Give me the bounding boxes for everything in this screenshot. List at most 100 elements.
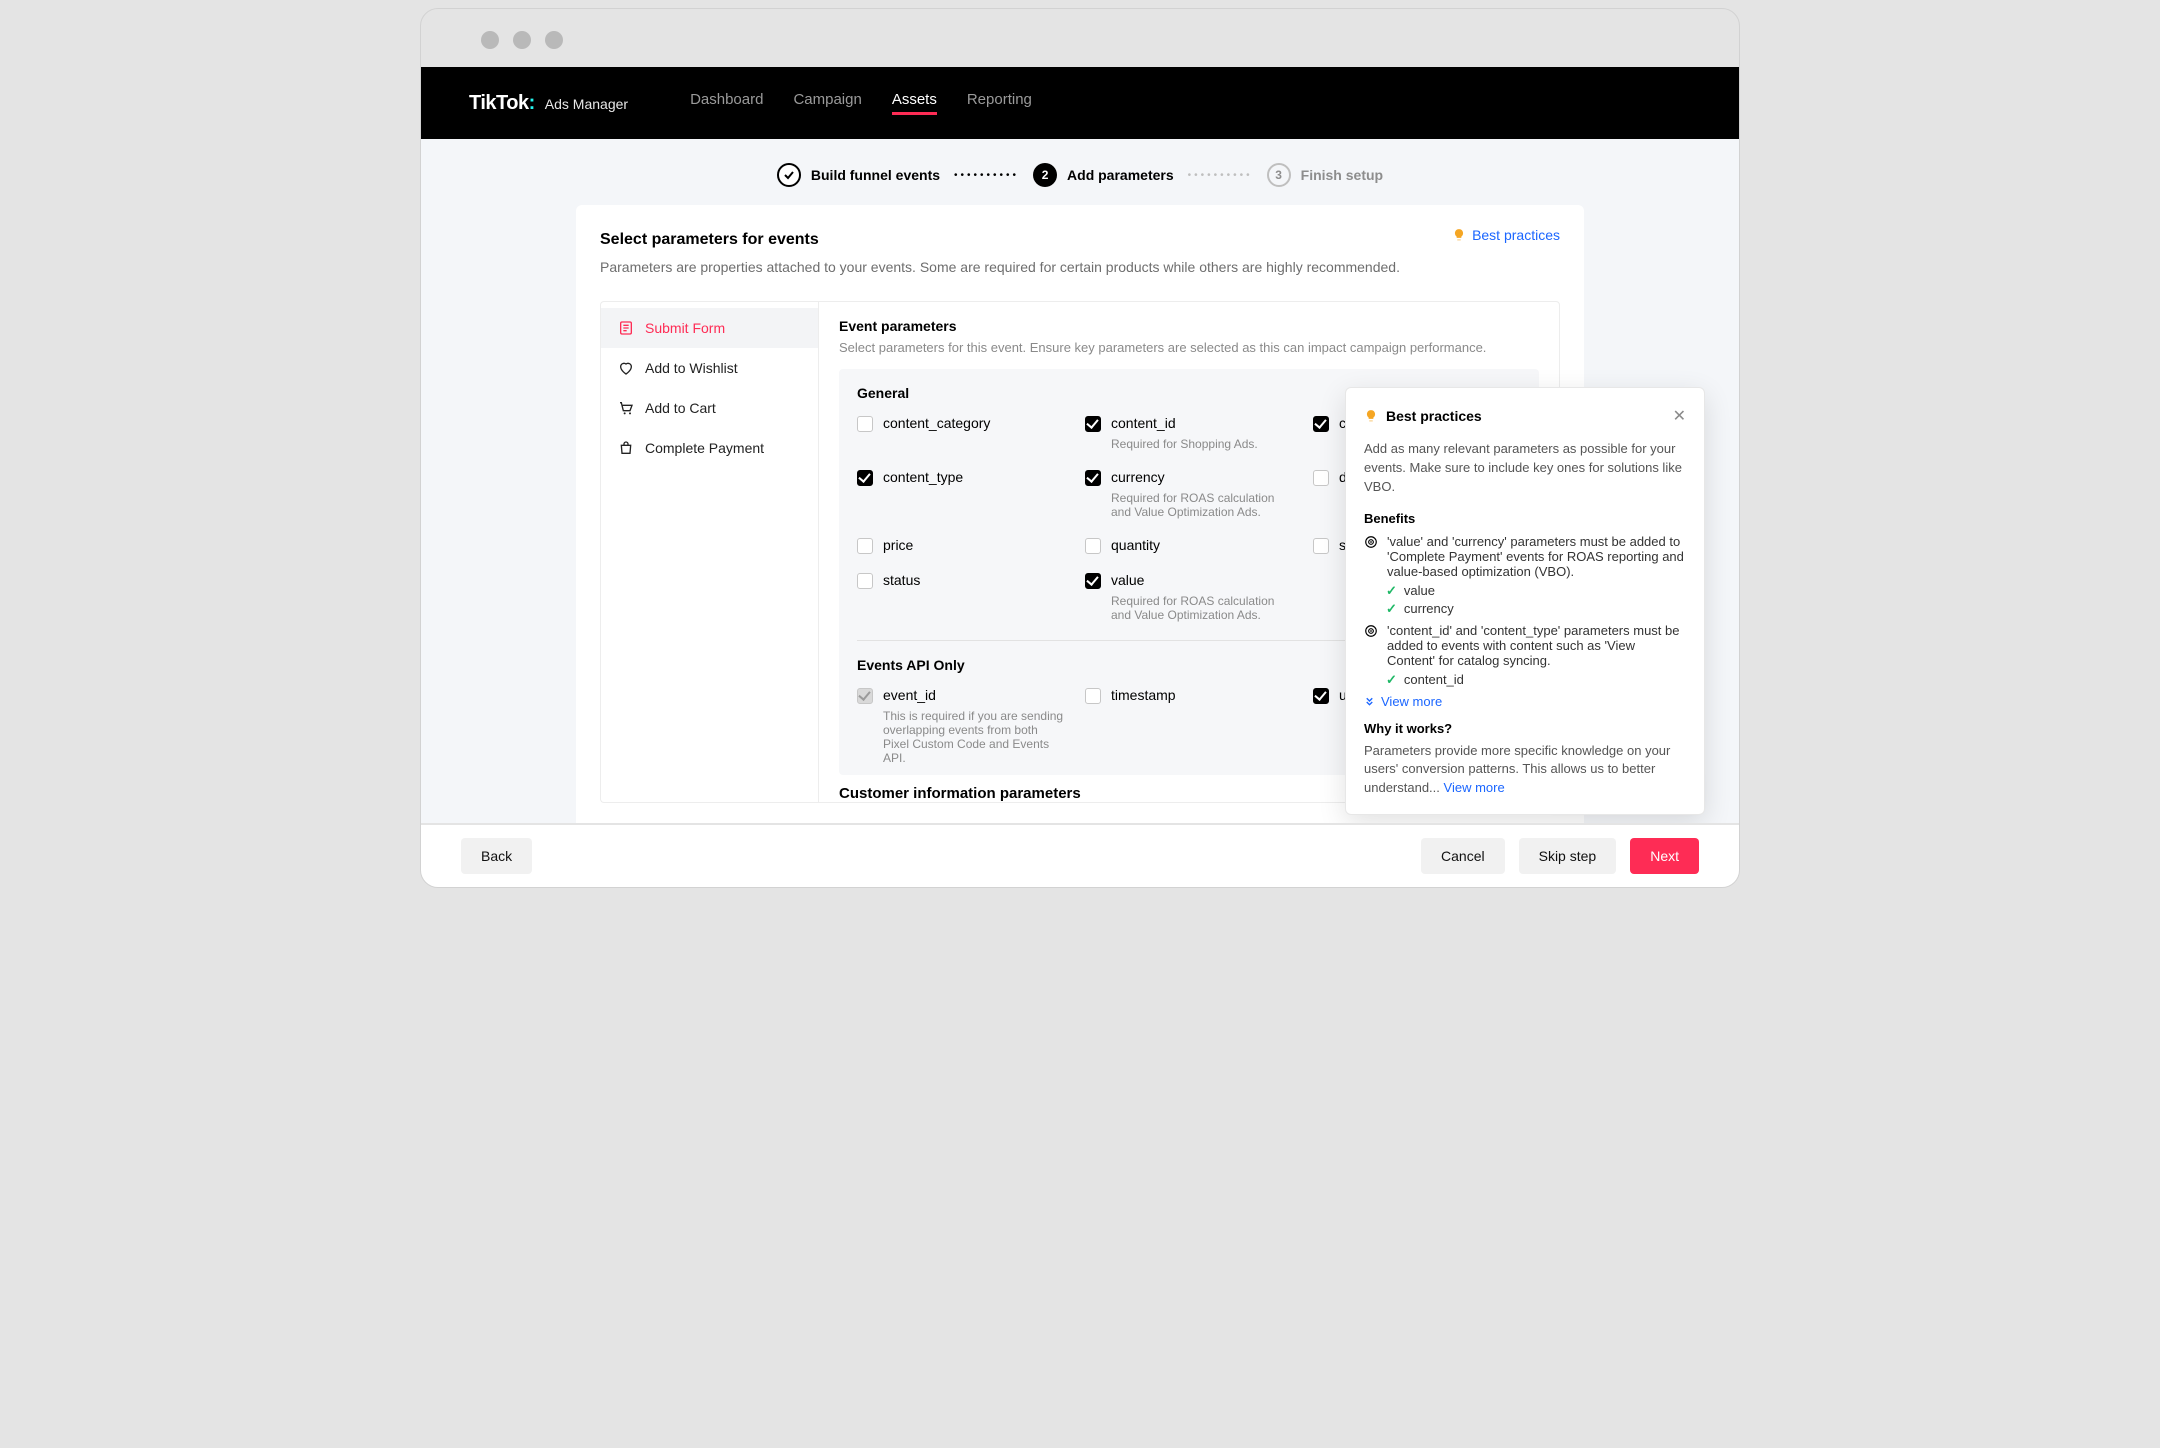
step-2-label: Add parameters (1067, 167, 1174, 183)
param-label: content_category (883, 415, 990, 431)
checkbox[interactable] (857, 470, 873, 486)
param-value[interactable]: valueRequired for ROAS calculation and V… (1085, 572, 1293, 622)
view-more-label: View more (1381, 694, 1442, 709)
step-separator: •••••••••• (1188, 170, 1253, 181)
popover-intro: Add as many relevant parameters as possi… (1364, 440, 1686, 497)
checkbox[interactable] (1085, 688, 1101, 704)
footer-bar: Back Cancel Skip step Next (421, 825, 1739, 887)
param-label: content_type (883, 469, 963, 485)
best-practices-popover: Best practices ✕ Add as many relevant pa… (1345, 387, 1705, 815)
param-label: currency (1111, 469, 1293, 485)
param-help: This is required if you are sending over… (883, 709, 1065, 765)
view-more-inline[interactable]: View more (1444, 780, 1505, 795)
popover-title: Best practices (1386, 408, 1482, 424)
why-title: Why it works? (1364, 721, 1686, 736)
param-content_id[interactable]: content_idRequired for Shopping Ads. (1085, 415, 1293, 451)
benefit-2-checks: ✓ content_id (1386, 672, 1686, 688)
check-icon: ✓ (1386, 583, 1397, 599)
window-dot (545, 31, 563, 49)
param-price[interactable]: price (857, 537, 1065, 554)
close-icon[interactable]: ✕ (1673, 406, 1686, 426)
sidebar-item-label: Add to Wishlist (645, 360, 738, 376)
checkbox[interactable] (1085, 538, 1101, 554)
best-practices-label: Best practices (1472, 227, 1560, 243)
param-label: quantity (1111, 537, 1160, 553)
best-practices-link[interactable]: Best practices (1452, 227, 1560, 243)
cancel-button[interactable]: Cancel (1421, 838, 1505, 874)
check-icon (777, 163, 801, 187)
events-sidebar: Submit Form Add to Wishlist Add to Cart (600, 301, 818, 803)
form-icon (617, 320, 635, 336)
check-label: value (1404, 583, 1435, 598)
checkbox[interactable] (1313, 470, 1329, 486)
checkbox[interactable] (857, 573, 873, 589)
next-button[interactable]: Next (1630, 838, 1699, 874)
browser-frame: TikTok: Ads Manager Dashboard Campaign A… (420, 8, 1740, 888)
sidebar-item-wishlist[interactable]: Add to Wishlist (601, 348, 818, 388)
param-status[interactable]: status (857, 572, 1065, 622)
param-currency[interactable]: currency Required for ROAS calculation an… (1085, 469, 1293, 519)
param-help: Required for ROAS calculation and Value … (1111, 491, 1293, 519)
param-event_id[interactable]: event_id This is required if you are send… (857, 687, 1065, 765)
chevron-double-down-icon (1364, 696, 1375, 707)
nav-assets[interactable]: Assets (892, 91, 937, 115)
window-dot (481, 31, 499, 49)
checkbox[interactable] (1313, 688, 1329, 704)
param-label: price (883, 537, 913, 553)
skip-step-button[interactable]: Skip step (1519, 838, 1617, 874)
checkbox[interactable] (1085, 470, 1101, 486)
nav-dashboard[interactable]: Dashboard (690, 91, 763, 115)
param-timestamp[interactable]: timestamp (1085, 687, 1293, 765)
target-icon (1364, 624, 1379, 668)
checkbox[interactable] (1313, 538, 1329, 554)
back-button[interactable]: Back (461, 838, 532, 874)
brand-subtitle: Ads Manager (545, 96, 628, 112)
param-label: timestamp (1111, 687, 1176, 703)
param-help: Required for ROAS calculation and Value … (1111, 594, 1293, 622)
checkbox[interactable] (1313, 416, 1329, 432)
nav-items: Dashboard Campaign Assets Reporting (690, 91, 1032, 115)
cart-icon (617, 400, 635, 416)
view-more-link[interactable]: View more (1364, 694, 1686, 709)
step-separator: •••••••••• (954, 170, 1019, 181)
param-label: status (883, 572, 920, 588)
checkbox[interactable] (1085, 416, 1101, 432)
checkbox[interactable] (1085, 573, 1101, 589)
benefit-2-text: 'content_id' and 'content_type' paramete… (1387, 623, 1686, 668)
sidebar-item-cart[interactable]: Add to Cart (601, 388, 818, 428)
checkbox (857, 688, 873, 704)
brand: TikTok: Ads Manager (469, 92, 628, 115)
bag-icon (617, 440, 635, 456)
step-3: 3 Finish setup (1267, 163, 1383, 187)
stepper: Build funnel events •••••••••• 2 Add par… (421, 139, 1739, 205)
sidebar-item-submit-form[interactable]: Submit Form (601, 308, 818, 348)
sidebar-item-payment[interactable]: Complete Payment (601, 428, 818, 468)
check-label: content_id (1404, 672, 1464, 687)
benefit-1: 'value' and 'currency' parameters must b… (1364, 534, 1686, 579)
checkbox[interactable] (857, 416, 873, 432)
step-2-number: 2 (1033, 163, 1057, 187)
bulb-icon (1452, 228, 1466, 242)
param-label: event_id (883, 687, 1065, 703)
step-2: 2 Add parameters (1033, 163, 1174, 187)
checkbox[interactable] (857, 538, 873, 554)
benefits-label: Benefits (1364, 511, 1686, 526)
window-dot (513, 31, 531, 49)
nav-campaign[interactable]: Campaign (793, 91, 861, 115)
param-content_type[interactable]: content_type (857, 469, 1065, 519)
check-icon: ✓ (1386, 601, 1397, 617)
page-body: Build funnel events •••••••••• 2 Add par… (421, 139, 1739, 823)
param-quantity[interactable]: quantity (1085, 537, 1293, 554)
nav-reporting[interactable]: Reporting (967, 91, 1032, 115)
check-icon: ✓ (1386, 672, 1397, 688)
target-icon (1364, 535, 1379, 579)
step-3-number: 3 (1267, 163, 1291, 187)
sidebar-item-label: Complete Payment (645, 440, 764, 456)
browser-traffic-lights (421, 9, 1739, 67)
main-title: Event parameters (839, 318, 1539, 334)
param-content_category[interactable]: content_category (857, 415, 1065, 451)
top-nav: TikTok: Ads Manager Dashboard Campaign A… (421, 67, 1739, 139)
step-1-label: Build funnel events (811, 167, 940, 183)
step-1: Build funnel events (777, 163, 940, 187)
brand-logo: TikTok: (469, 92, 535, 115)
